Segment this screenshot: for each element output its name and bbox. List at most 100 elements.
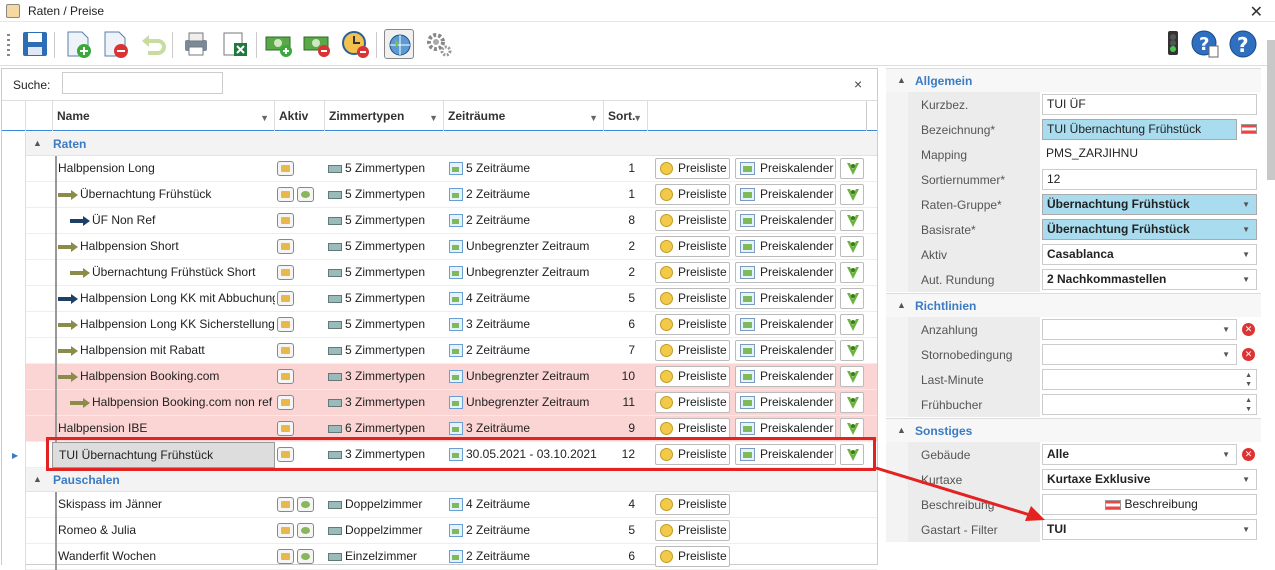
preiskalender-button[interactable]: Preiskalender [735, 288, 836, 309]
clear-icon[interactable]: ✕ [1242, 448, 1255, 461]
active-coin-icon[interactable] [277, 343, 294, 358]
filter-icon[interactable]: ▼ [260, 103, 269, 133]
chevron-down-icon[interactable]: ▼ [1242, 470, 1250, 489]
rate-name[interactable]: Halbpension Booking.com non ref [52, 390, 275, 416]
preisliste-button[interactable]: Preisliste [655, 418, 730, 439]
filter-icon[interactable]: ▼ [429, 103, 438, 133]
raten-gruppe-select[interactable]: Übernachtung Frühstück ▼ [1042, 194, 1257, 215]
header-zimmertypen[interactable]: Zimmertypen ▼ [325, 101, 444, 131]
preisliste-button[interactable]: Preisliste [655, 546, 730, 567]
globe-icon[interactable] [384, 29, 414, 59]
table-row[interactable]: Halbpension mit Rabatt 5 Zimmertypen 2 Zei… [2, 338, 877, 364]
preiskalender-button[interactable]: Preiskalender [735, 262, 836, 283]
collapse-icon[interactable]: ▲ [897, 425, 906, 435]
preisliste-button[interactable]: Preisliste [655, 392, 730, 413]
active-coin-icon[interactable] [277, 291, 294, 306]
kurzbez-field[interactable]: TUI ÜF [1042, 94, 1257, 115]
kurtaxe-select[interactable]: Kurtaxe Exklusive ▼ [1042, 469, 1257, 490]
section-richtlinien[interactable]: ▲ Richtlinien [886, 293, 1261, 317]
channel-icon[interactable] [840, 288, 864, 309]
language-flag-icon[interactable] [1241, 124, 1257, 134]
fruehbucher-spinner[interactable]: ▲ ▼ [1042, 394, 1257, 415]
save-icon[interactable] [20, 29, 50, 59]
new-doc-icon[interactable] [63, 29, 93, 59]
preiskalender-button[interactable]: Preiskalender [735, 184, 836, 205]
active-coin-icon[interactable] [277, 421, 294, 436]
channel-icon[interactable] [840, 392, 864, 413]
table-row[interactable]: Übernachtung Frühstück Short 5 Zimmertype… [2, 260, 877, 286]
header-sort[interactable]: Sort. ▼ [604, 101, 648, 131]
chevron-down-icon[interactable]: ▼ [1222, 320, 1230, 339]
chevron-down-icon[interactable]: ▼ [1242, 220, 1250, 239]
section-sonstiges[interactable]: ▲ Sonstiges [886, 418, 1261, 442]
collapse-icon[interactable]: ▲ [897, 75, 906, 85]
panel-scrollbar[interactable] [1267, 40, 1275, 180]
undo-icon[interactable] [138, 29, 168, 59]
table-row[interactable]: Halbpension Short 5 Zimmertypen Unbegrenzt… [2, 234, 877, 260]
group-raten[interactable]: ▲ Raten [26, 132, 877, 156]
channel-icon[interactable] [840, 418, 864, 439]
channel-icon[interactable] [840, 444, 864, 465]
active-coin-icon[interactable] [277, 395, 294, 410]
active-coin-icon[interactable] [277, 187, 294, 202]
table-row[interactable]: Halbpension IBE 6 Zimmertypen 3 Zeiträume 9… [2, 416, 877, 442]
table-row[interactable]: ▶ TUI Übernachtung Frühstück 3 Zimmertypen… [2, 442, 877, 468]
rate-name[interactable]: Halbpension IBE [52, 416, 275, 442]
toolbar-grip[interactable] [7, 34, 10, 56]
rate-name[interactable]: TUI Übernachtung Frühstück [52, 442, 275, 468]
preisliste-button[interactable]: Preisliste [655, 520, 730, 541]
remove-money-icon[interactable] [302, 29, 332, 59]
channel-icon[interactable] [840, 158, 864, 179]
bezeichnung-field[interactable]: TUI Übernachtung Frühstück [1042, 119, 1237, 140]
rate-name[interactable]: Halbpension Long [52, 156, 275, 182]
spin-up-icon[interactable]: ▲ [1245, 396, 1252, 405]
chevron-down-icon[interactable]: ▼ [1242, 270, 1250, 289]
preisliste-button[interactable]: Preisliste [655, 494, 730, 515]
basisrate-select[interactable]: Übernachtung Frühstück ▼ [1042, 219, 1257, 240]
chevron-down-icon[interactable]: ▼ [1242, 245, 1250, 264]
help-doc-icon[interactable]: ? [1190, 29, 1220, 59]
rate-name[interactable]: Halbpension Short [52, 234, 275, 260]
globe-icon[interactable] [297, 497, 314, 512]
print-icon[interactable] [181, 29, 211, 59]
lastminute-spinner[interactable]: ▲ ▼ [1042, 369, 1257, 390]
header-name[interactable]: Name ▼ [53, 101, 275, 131]
globe-icon[interactable] [297, 549, 314, 564]
preiskalender-button[interactable]: Preiskalender [735, 314, 836, 335]
collapse-icon[interactable]: ▲ [33, 474, 42, 484]
table-row[interactable]: Halbpension Long 5 Zimmertypen 5 Zeiträume… [2, 156, 877, 182]
search-input[interactable] [62, 72, 223, 94]
help-icon[interactable]: ? [1228, 29, 1258, 59]
rate-name[interactable]: Halbpension Long KK Sicherstellung [52, 312, 275, 338]
filter-icon[interactable]: ▼ [633, 103, 642, 133]
clear-search-icon[interactable]: × [854, 76, 862, 92]
aktiv-select[interactable]: Casablanca ▼ [1042, 244, 1257, 265]
delete-doc-icon[interactable] [100, 29, 130, 59]
preisliste-button[interactable]: Preisliste [655, 366, 730, 387]
preisliste-button[interactable]: Preisliste [655, 158, 730, 179]
table-row[interactable]: Halbpension Long KK mit Abbuchung 5 Zimme… [2, 286, 877, 312]
active-coin-icon[interactable] [277, 239, 294, 254]
rate-name[interactable]: Skispass im Jänner [52, 492, 275, 518]
rate-name[interactable]: Wanderfit Wochen [52, 544, 275, 570]
preisliste-button[interactable]: Preisliste [655, 262, 730, 283]
table-row[interactable]: Wanderfit Wochen Einzelzimmer 2 Zeiträume 6… [2, 544, 877, 570]
table-row[interactable]: Halbpension Booking.com non ref 3 Zimmert… [2, 390, 877, 416]
chevron-down-icon[interactable]: ▼ [1222, 345, 1230, 364]
section-allgemein[interactable]: ▲ Allgemein [886, 68, 1261, 92]
preiskalender-button[interactable]: Preiskalender [735, 366, 836, 387]
beschreibung-button[interactable]: Beschreibung [1042, 494, 1257, 515]
preiskalender-button[interactable]: Preiskalender [735, 210, 836, 231]
rate-name[interactable]: Übernachtung Frühstück [52, 182, 275, 208]
globe-icon[interactable] [297, 523, 314, 538]
preiskalender-button[interactable]: Preiskalender [735, 418, 836, 439]
traffic-light-icon[interactable] [1158, 29, 1184, 59]
globe-icon[interactable] [297, 187, 314, 202]
chevron-down-icon[interactable]: ▼ [1242, 520, 1250, 539]
rate-name[interactable]: Halbpension Booking.com [52, 364, 275, 390]
channel-icon[interactable] [840, 236, 864, 257]
rate-name[interactable]: Übernachtung Frühstück Short [52, 260, 275, 286]
gastart-select[interactable]: TUI ▼ [1042, 519, 1257, 540]
table-row[interactable]: ÜF Non Ref 5 Zimmertypen 2 Zeiträume 8 Preis… [2, 208, 877, 234]
active-coin-icon[interactable] [277, 497, 294, 512]
